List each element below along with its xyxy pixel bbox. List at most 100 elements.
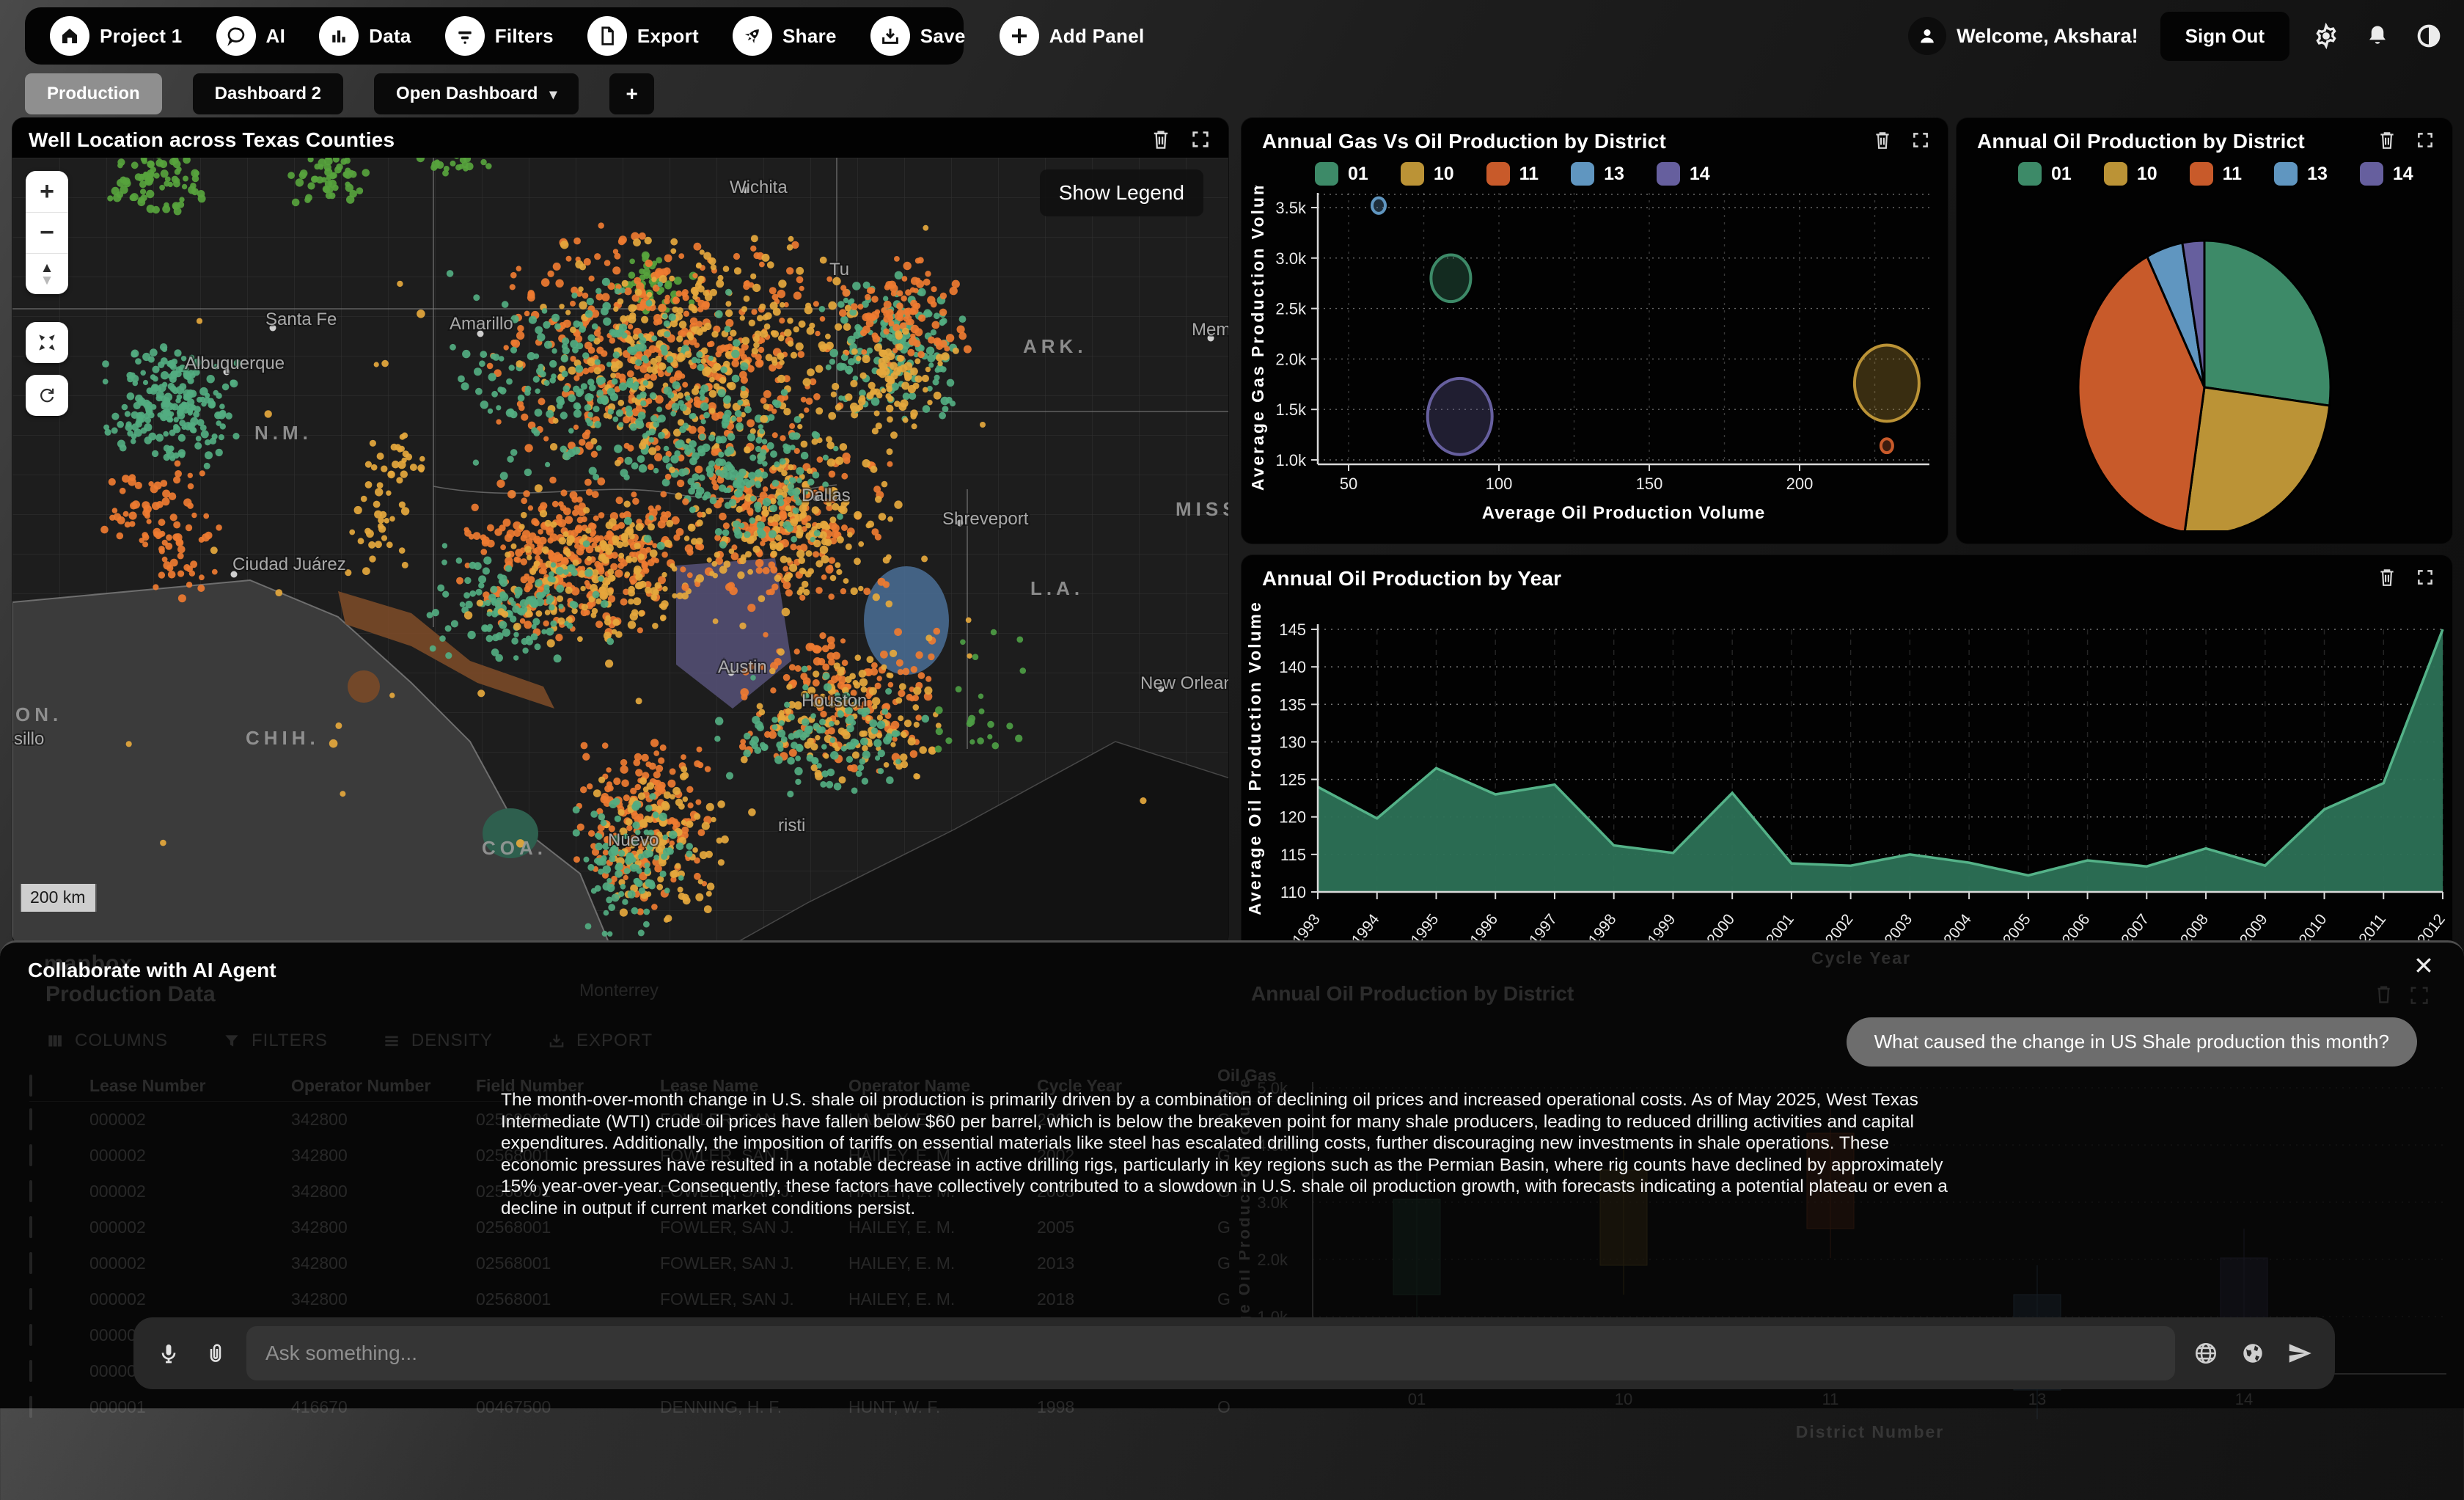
legend-item-11[interactable]: 11 xyxy=(2190,162,2242,186)
dashboard-tabs: Production Dashboard 2 Open Dashboard ▾ … xyxy=(25,73,654,114)
legend-item-10[interactable]: 10 xyxy=(2104,162,2157,186)
svg-text:135: 135 xyxy=(1279,695,1306,714)
ask-input[interactable] xyxy=(265,1342,2156,1365)
map-rotate-button[interactable] xyxy=(26,375,68,416)
scatter-panel-title: Annual Gas Vs Oil Production by District xyxy=(1262,130,1666,153)
sign-out-button[interactable]: Sign Out xyxy=(2160,12,2289,61)
legend-label: 10 xyxy=(1434,164,1454,185)
map-fit-control xyxy=(26,322,68,363)
tab-production[interactable]: Production xyxy=(25,73,162,114)
chat-icon xyxy=(216,16,256,56)
delete-panel-trash-icon[interactable] xyxy=(2377,130,2397,150)
open-dashboard-label: Open Dashboard xyxy=(396,84,538,104)
microphone-icon[interactable] xyxy=(153,1337,185,1369)
expand-panel-icon[interactable] xyxy=(2416,568,2435,587)
legend-item-13[interactable]: 13 xyxy=(1571,162,1624,186)
svg-text:10: 10 xyxy=(1615,1390,1632,1408)
svg-text:140: 140 xyxy=(1279,658,1306,676)
map-region-blue xyxy=(864,566,949,675)
svg-text:1.5k: 1.5k xyxy=(1275,400,1307,419)
pie-panel: Annual Oil Production by District 011011… xyxy=(1956,117,2453,544)
svg-text:Santa Fe: Santa Fe xyxy=(265,310,337,329)
legend-item-13[interactable]: 13 xyxy=(2274,162,2328,186)
legend-item-14[interactable]: 14 xyxy=(1657,162,1710,186)
attachment-paperclip-icon[interactable] xyxy=(199,1337,232,1369)
legend-item-01[interactable]: 01 xyxy=(1315,162,1368,186)
svg-text:13: 13 xyxy=(2028,1390,2046,1408)
open-dashboard-dropdown[interactable]: Open Dashboard ▾ xyxy=(374,73,579,114)
theme-toggle-icon[interactable] xyxy=(2414,21,2443,51)
tab-dashboard-2[interactable]: Dashboard 2 xyxy=(193,73,343,114)
svg-text:risti: risti xyxy=(778,816,805,835)
legend-item-14[interactable]: 14 xyxy=(2360,162,2413,186)
nav-ai[interactable]: AI xyxy=(216,16,286,56)
svg-text:Amarillo: Amarillo xyxy=(450,314,513,334)
map-panel-title: Well Location across Texas Counties xyxy=(29,128,395,152)
svg-text:50: 50 xyxy=(1340,475,1357,493)
add-dashboard-button[interactable]: + xyxy=(609,73,653,114)
nav-share[interactable]: Share xyxy=(733,16,837,56)
nav-save[interactable]: Save xyxy=(870,16,966,56)
svg-text:Wichita: Wichita xyxy=(730,178,788,197)
svg-text:100: 100 xyxy=(1486,475,1513,493)
nav-project-label: Project 1 xyxy=(100,25,183,48)
nav-add-panel[interactable]: Add Panel xyxy=(1000,16,1145,56)
nav-filters[interactable]: Filters xyxy=(445,16,554,56)
svg-text:115: 115 xyxy=(1280,846,1306,864)
svg-text:L.A.: L.A. xyxy=(1030,577,1084,599)
map-label-monterrey: Monterrey xyxy=(579,981,659,1001)
ask-input-wrapper xyxy=(246,1326,2175,1380)
dim-toolbar-density: DENSITY xyxy=(382,1031,493,1051)
ai-sheet-title: Collaborate with AI Agent xyxy=(28,959,276,982)
close-icon[interactable] xyxy=(2413,954,2435,976)
legend-item-01[interactable]: 01 xyxy=(2018,162,2072,186)
welcome-text: Welcome, Akshara! xyxy=(1957,25,2138,48)
show-legend-button[interactable]: Show Legend xyxy=(1040,169,1203,216)
delete-panel-trash-icon[interactable] xyxy=(1873,130,1892,150)
expand-panel-icon[interactable] xyxy=(1190,129,1211,150)
send-icon[interactable] xyxy=(2284,1337,2316,1369)
svg-text:01: 01 xyxy=(1408,1390,1426,1408)
legend-swatch xyxy=(2104,162,2127,186)
filter-icon xyxy=(445,16,485,56)
dim-area-xlabel: Cycle Year xyxy=(1811,948,1911,968)
main-toolbar: Project 1 AI Data Filters Export Share S… xyxy=(25,7,964,65)
delete-panel-trash-icon[interactable] xyxy=(2377,567,2397,588)
legend-swatch xyxy=(1401,162,1424,186)
scatter-chart: 1.0k1.5k2.0k2.5k3.0k3.5k50100150200Avera… xyxy=(1242,186,1948,530)
settings-gear-icon[interactable] xyxy=(2311,21,2341,51)
legend-swatch xyxy=(2274,162,2298,186)
map-zoom-out-button[interactable]: − xyxy=(26,212,68,253)
legend-swatch xyxy=(2190,162,2213,186)
svg-text:11: 11 xyxy=(1822,1390,1839,1408)
svg-text:Dallas: Dallas xyxy=(802,486,851,505)
file-icon xyxy=(587,16,627,56)
svg-text:New Orleans: New Orleans xyxy=(1140,673,1229,693)
nav-project[interactable]: Project 1 xyxy=(50,16,183,56)
delete-panel-trash-icon[interactable] xyxy=(1151,128,1171,150)
legend-item-11[interactable]: 11 xyxy=(1486,162,1539,186)
svg-text:120: 120 xyxy=(1279,808,1306,827)
home-icon xyxy=(50,16,89,56)
map-canvas[interactable]: WichitaTuSanta FeAmarilloAlbuquerqueARK.… xyxy=(12,158,1229,944)
map-fit-bounds-button[interactable] xyxy=(26,322,68,363)
legend-label: 14 xyxy=(2393,164,2413,185)
nav-share-label: Share xyxy=(782,25,837,48)
globe-earth-icon[interactable] xyxy=(2237,1337,2269,1369)
legend-swatch xyxy=(1571,162,1594,186)
ai-input-bar xyxy=(133,1317,2335,1389)
expand-panel-icon[interactable] xyxy=(1911,131,1930,150)
nav-data[interactable]: Data xyxy=(319,16,411,56)
dim-toolbar-filters: FILTERS xyxy=(222,1031,328,1051)
ai-agent-sheet: mapbox Monterrey Cycle Year Production D… xyxy=(0,940,2464,1408)
avatar xyxy=(1908,17,1946,55)
nav-export[interactable]: Export xyxy=(587,16,699,56)
legend-item-10[interactable]: 10 xyxy=(1401,162,1454,186)
map-pitch-control[interactable]: ▲▼ xyxy=(26,253,68,294)
expand-panel-icon[interactable] xyxy=(2416,131,2435,150)
svg-text:Austin: Austin xyxy=(718,657,767,677)
map-zoom-in-button[interactable]: + xyxy=(26,171,68,212)
nav-export-label: Export xyxy=(637,25,699,48)
globe-wireframe-icon[interactable] xyxy=(2190,1337,2222,1369)
notifications-bell-icon[interactable] xyxy=(2363,21,2392,51)
